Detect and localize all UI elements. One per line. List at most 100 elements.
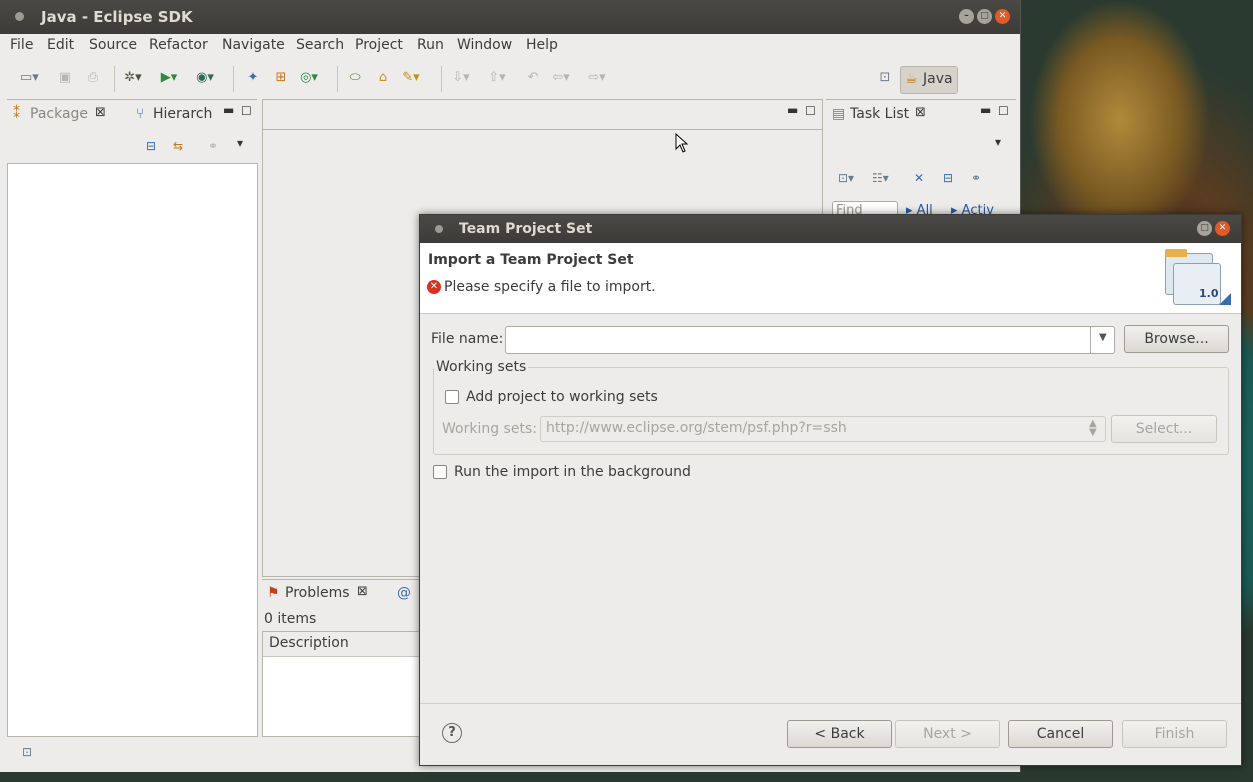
tab-package[interactable]: Package — [30, 106, 88, 122]
problems-column-description[interactable]: Description — [269, 635, 349, 651]
minimize-view-icon[interactable]: ▬ — [980, 103, 991, 117]
window-menu-icon[interactable] — [15, 12, 24, 21]
new-icon[interactable]: ▭▾ — [20, 70, 39, 86]
view-menu-icon[interactable]: ▾ — [995, 135, 1001, 149]
java-perspective-button[interactable]: ☕ Java — [900, 66, 958, 94]
last-edit-icon[interactable]: ↶ — [524, 70, 542, 86]
window-titlebar[interactable]: Java - Eclipse SDK – □ ✕ — [0, 0, 1020, 34]
close-icon[interactable]: ⊠ — [915, 105, 926, 120]
menu-search[interactable]: Search — [296, 37, 344, 53]
close-button[interactable]: ✕ — [995, 9, 1010, 24]
tab-hierarchy[interactable]: Hierarch — [153, 106, 212, 122]
tab-task-list[interactable]: Task List — [850, 106, 909, 122]
cancel-button[interactable]: Cancel — [1008, 720, 1113, 748]
javadoc-icon[interactable]: @ — [397, 585, 411, 601]
java-perspective-icon: ☕ — [905, 71, 918, 87]
menu-project[interactable]: Project — [355, 37, 403, 53]
print-icon[interactable]: ⎙ — [84, 70, 102, 86]
open-folder-icon[interactable]: ⌂ — [374, 70, 392, 86]
file-name-label: File name: — [431, 331, 504, 347]
focus-icon[interactable]: ✕ — [914, 171, 924, 185]
new-task-icon[interactable]: ⊡▾ — [838, 171, 854, 185]
dialog-titlebar[interactable]: Team Project Set □ ✕ — [420, 215, 1241, 243]
browse-button[interactable]: Browse... — [1124, 325, 1229, 353]
new-java-project-icon[interactable]: ✦ — [244, 70, 262, 86]
link-with-editor-icon[interactable]: ⇆ — [173, 139, 183, 153]
run-background-checkbox[interactable] — [433, 465, 447, 479]
menu-refactor[interactable]: Refactor — [149, 37, 208, 53]
menu-file[interactable]: File — [10, 37, 33, 53]
problems-count: 0 items — [264, 611, 317, 627]
package-explorer-tree[interactable] — [7, 163, 258, 737]
chevron-down-icon[interactable]: ▼ — [1099, 332, 1107, 343]
menu-bar: File Edit Source Refactor Navigate Searc… — [0, 34, 1020, 58]
menu-window[interactable]: Window — [457, 37, 512, 53]
new-class-icon[interactable]: ◎▾ — [300, 70, 318, 86]
add-project-checkbox[interactable] — [445, 390, 459, 404]
menu-edit[interactable]: Edit — [47, 37, 74, 53]
next-annotation-icon[interactable]: ⇩▾ — [452, 70, 470, 86]
maximize-view-icon[interactable]: ☐ — [241, 104, 252, 118]
next-button[interactable]: Next > — [895, 720, 1000, 748]
window-title: Java - Eclipse SDK — [41, 8, 193, 26]
menu-source[interactable]: Source — [89, 37, 137, 53]
new-package-icon[interactable]: ⊞ — [272, 70, 290, 86]
finish-button[interactable]: Finish — [1122, 720, 1227, 748]
menu-run[interactable]: Run — [417, 37, 444, 53]
add-project-label[interactable]: Add project to working sets — [466, 389, 658, 405]
java-perspective-label: Java — [923, 71, 953, 87]
tab-problems[interactable]: Problems — [285, 585, 350, 601]
minimize-button[interactable]: – — [959, 9, 974, 24]
filter-icon[interactable]: ⚭ — [208, 139, 218, 153]
editor-minimize-icon[interactable]: ▬ — [787, 103, 798, 117]
filter-icon[interactable]: ⚭ — [971, 171, 981, 185]
prev-annotation-icon[interactable]: ⇧▾ — [488, 70, 506, 86]
menu-navigate[interactable]: Navigate — [222, 37, 285, 53]
run-icon[interactable]: ▶▾ — [160, 70, 178, 86]
forward-icon[interactable]: ⇨▾ — [588, 70, 606, 86]
maximize-button[interactable]: □ — [977, 9, 992, 24]
dialog-close-button[interactable]: ✕ — [1215, 221, 1230, 236]
editor-maximize-icon[interactable]: ☐ — [805, 104, 816, 118]
select-button[interactable]: Select... — [1111, 415, 1217, 443]
dialog-menu-icon[interactable] — [435, 225, 443, 233]
collapse-all-icon[interactable]: ⊟ — [943, 171, 953, 185]
close-icon[interactable]: ⊠ — [357, 584, 368, 599]
collapse-all-icon[interactable]: ⊟ — [146, 139, 156, 153]
package-view-icon: ⁑ — [13, 106, 20, 122]
menu-help[interactable]: Help — [526, 37, 558, 53]
dialog-maximize-button[interactable]: □ — [1197, 221, 1212, 236]
spinner-icon: ▲ ▼ — [1089, 418, 1097, 438]
close-icon[interactable]: ⊠ — [95, 105, 106, 120]
run-background-label[interactable]: Run the import in the background — [454, 464, 691, 480]
tasklist-icon: ▤ — [832, 106, 846, 122]
problems-icon: ⚑ — [267, 585, 280, 601]
debug-icon[interactable]: ✲▾ — [124, 70, 142, 86]
import-wizard-icon: 1.0 — [1165, 249, 1233, 309]
working-sets-value: http://www.eclipse.org/stem/psf.php?r=ss… — [546, 420, 847, 436]
back-button[interactable]: < Back — [787, 720, 892, 748]
search-icon[interactable]: ✎▾ — [402, 70, 420, 86]
file-name-input[interactable] — [508, 329, 1090, 351]
open-type-icon[interactable]: ⬭ — [346, 70, 364, 86]
minimize-view-icon[interactable]: ▬ — [223, 103, 234, 117]
view-menu-icon[interactable]: ▾ — [237, 136, 243, 150]
hierarchy-icon: ⑂ — [136, 106, 145, 122]
problems-table[interactable]: Description — [262, 631, 424, 737]
mouse-cursor-icon — [675, 133, 689, 153]
wizard-heading: Import a Team Project Set — [428, 252, 634, 268]
categorize-icon[interactable]: ☷▾ — [872, 171, 889, 185]
wizard-banner: Import a Team Project Set ✕ Please speci… — [420, 243, 1241, 314]
main-toolbar: ▭▾ ▣ ⎙ ✲▾ ▶▾ ◉▾ ✦ ⊞ ◎▾ ⬭ ⌂ ✎▾ ⇩▾ ⇧▾ ↶ ⇦▾… — [0, 58, 1020, 98]
fast-view-icon[interactable]: ⊡ — [22, 745, 32, 759]
back-icon[interactable]: ⇦▾ — [552, 70, 570, 86]
file-name-combo[interactable]: ▼ — [505, 326, 1115, 354]
open-perspective-icon[interactable]: ⊡ — [876, 70, 894, 86]
save-icon[interactable]: ▣ — [56, 70, 74, 86]
error-message: Please specify a file to import. — [444, 279, 656, 295]
working-sets-combo[interactable]: http://www.eclipse.org/stem/psf.php?r=ss… — [540, 416, 1106, 442]
external-tools-icon[interactable]: ◉▾ — [196, 70, 214, 86]
help-icon[interactable]: ? — [442, 723, 462, 743]
working-sets-label: Working sets: — [442, 421, 537, 437]
maximize-view-icon[interactable]: ☐ — [998, 104, 1009, 118]
